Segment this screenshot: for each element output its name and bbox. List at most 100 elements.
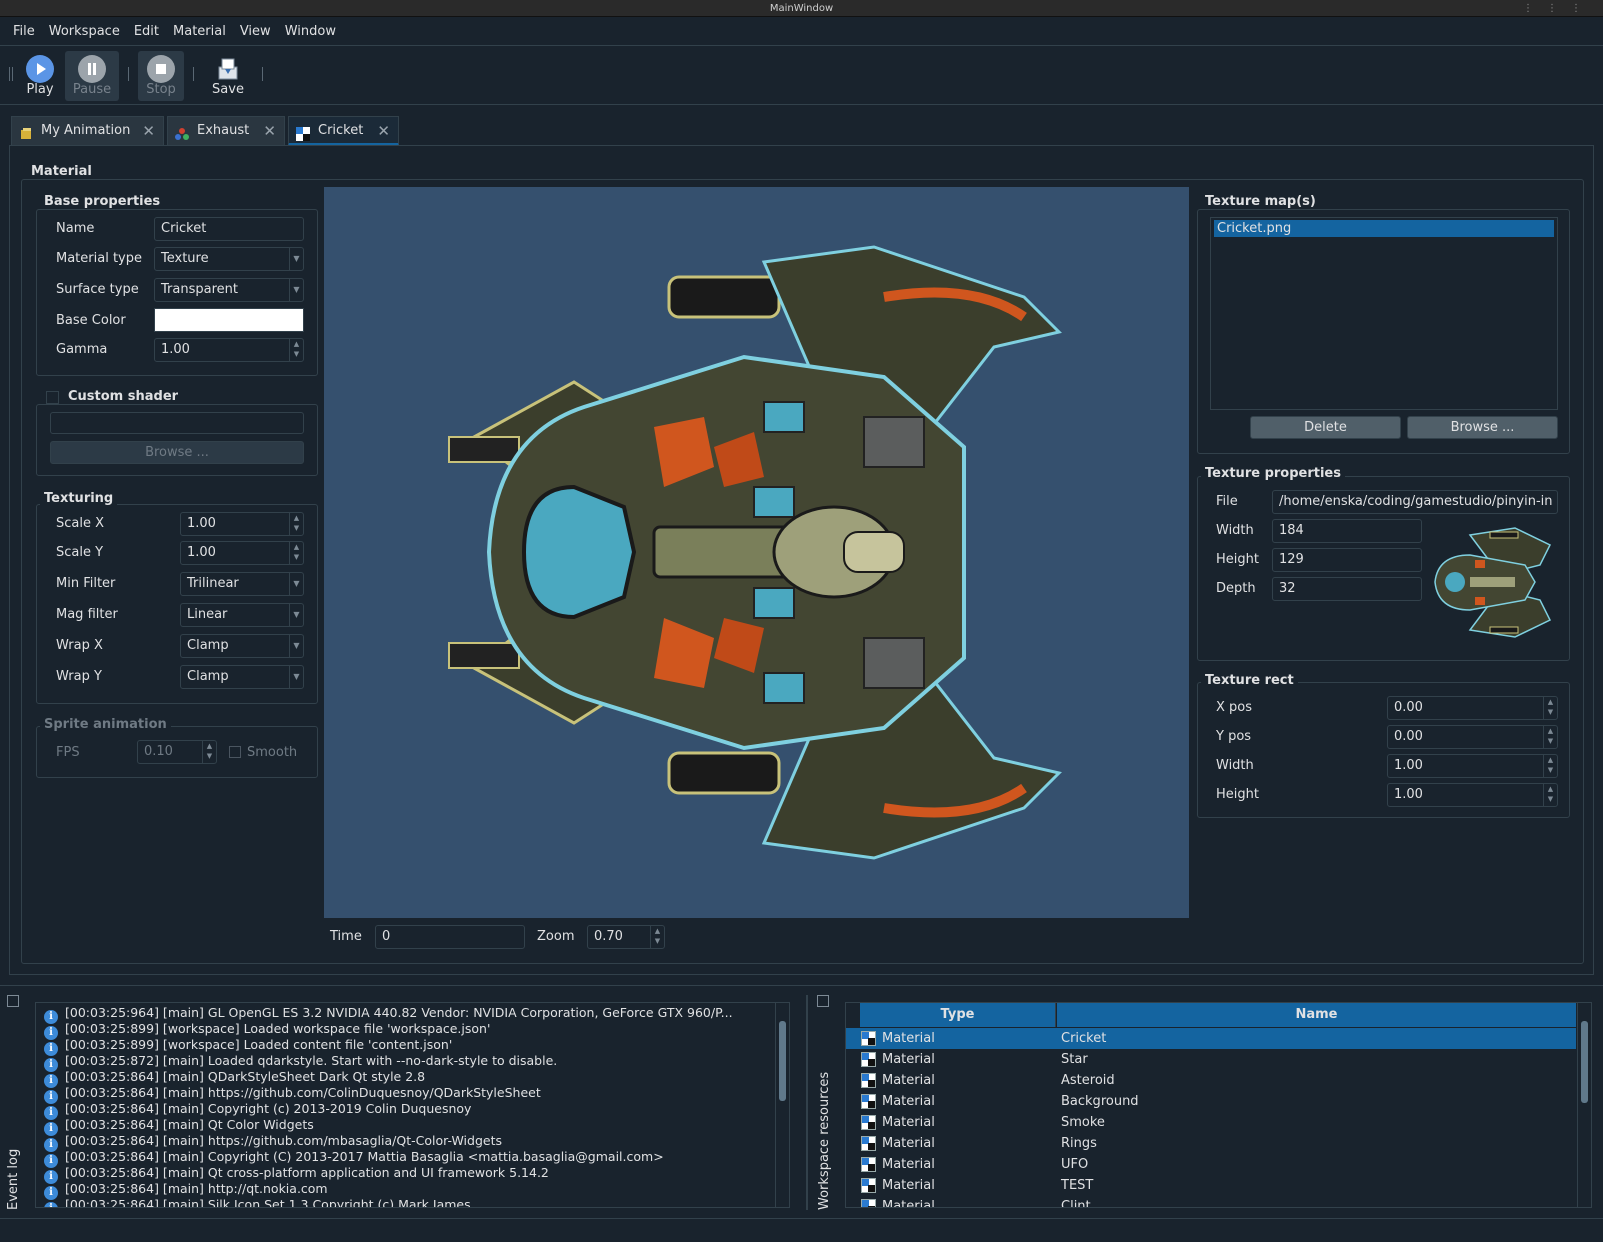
wrap-y-label: Wrap Y [56, 669, 102, 684]
toolbar-grip[interactable] [9, 67, 10, 81]
type-column-header[interactable]: Type [860, 1003, 1056, 1027]
gamma-spinbox[interactable]: 1.00 ▲ ▼ [154, 338, 304, 362]
smooth-label: Smooth [247, 745, 298, 760]
undock-icon[interactable] [7, 995, 19, 1007]
material-preview-viewport[interactable] [324, 187, 1189, 918]
spin-arrows-icon[interactable]: ▲ ▼ [1543, 697, 1557, 719]
table-row[interactable]: Material Clint [846, 1196, 1576, 1207]
rect-width-spinbox[interactable]: 1.00 ▲ ▼ [1387, 754, 1558, 778]
table-row[interactable]: Material Rings [846, 1133, 1576, 1154]
log-scrollbar[interactable] [775, 1003, 789, 1207]
window-controls[interactable]: ⋮⋮⋮ [1523, 0, 1595, 17]
material-icon [861, 1031, 876, 1046]
menu-material[interactable]: Material [166, 18, 233, 46]
spin-arrows-icon[interactable]: ▲ ▼ [289, 513, 303, 535]
event-log-list[interactable]: i [00:03:25:964] [main] GL OpenGL ES 3.2 … [35, 1002, 790, 1208]
custom-shader-header: Custom shader [44, 389, 183, 404]
name-field[interactable]: Cricket [154, 217, 304, 241]
toolbar-grip[interactable] [12, 67, 13, 81]
log-entry: i [00:03:25:964] [main] GL OpenGL ES 3.2 … [44, 1005, 733, 1024]
base-color-swatch[interactable] [154, 308, 304, 332]
zoom-spinbox[interactable]: 0.70 ▲ ▼ [587, 925, 665, 949]
tab-exhaust[interactable]: Exhaust ✕ [167, 116, 285, 146]
rect-y-spinbox[interactable]: 0.00 ▲ ▼ [1387, 725, 1558, 749]
undock-icon[interactable] [817, 995, 829, 1007]
sprite-animation-title: Sprite animation [40, 717, 171, 732]
menu-edit[interactable]: Edit [127, 18, 166, 46]
table-row[interactable]: Material Asteroid [846, 1070, 1576, 1091]
menu-file[interactable]: File [6, 18, 42, 46]
tab-my-animation[interactable]: My Animation ✕ [11, 116, 164, 146]
resources-table[interactable]: Type Name Material Cricket Material Star M… [845, 1002, 1592, 1208]
rect-height-value: 1.00 [1394, 787, 1423, 802]
scale-x-spinbox[interactable]: 1.00 ▲ ▼ [180, 512, 304, 536]
spin-arrows-icon[interactable]: ▲ ▼ [202, 741, 216, 763]
zoom-label: Zoom [537, 929, 575, 944]
stop-button[interactable]: Stop [138, 51, 184, 101]
resources-scroll-thumb[interactable] [1581, 1021, 1588, 1103]
resources-dock-title[interactable]: Workspace resources [817, 1072, 832, 1210]
spin-arrows-icon[interactable]: ▲ ▼ [289, 542, 303, 564]
close-icon[interactable]: ✕ [142, 117, 155, 145]
wrap-y-select[interactable]: Clamp ▼ [180, 665, 304, 689]
save-button[interactable]: Save [204, 51, 252, 101]
browse-texture-button[interactable]: Browse ... [1407, 416, 1558, 439]
name-column-header[interactable]: Name [1057, 1003, 1576, 1027]
table-row[interactable]: Material UFO [846, 1154, 1576, 1175]
surface-type-select[interactable]: Transparent ▼ [154, 278, 304, 302]
close-icon[interactable]: ✕ [377, 117, 390, 145]
texture-maps-list[interactable]: Cricket.png [1210, 217, 1558, 410]
material-icon [861, 1115, 876, 1130]
table-row[interactable]: Material Star [846, 1049, 1576, 1070]
gamma-label: Gamma [56, 342, 108, 357]
table-row[interactable]: Material Smoke [846, 1112, 1576, 1133]
save-icon [217, 57, 239, 81]
shader-browse-button[interactable]: Browse ... [50, 441, 304, 464]
spin-arrows-icon[interactable]: ▲ ▼ [1543, 726, 1557, 748]
shader-path-field[interactable] [50, 412, 304, 434]
delete-texture-button[interactable]: Delete [1250, 416, 1401, 439]
rect-height-spinbox[interactable]: 1.00 ▲ ▼ [1387, 783, 1558, 807]
file-label: File [1216, 494, 1238, 509]
dock-splitter[interactable] [806, 995, 808, 1210]
min-filter-select[interactable]: Trilinear ▼ [180, 572, 304, 596]
log-scroll-thumb[interactable] [779, 1021, 786, 1101]
file-field[interactable]: /home/enska/coding/gamestudio/pinyin-in [1272, 490, 1558, 514]
spin-arrows-icon[interactable]: ▲ ▼ [289, 339, 303, 361]
stop-icon [147, 55, 175, 83]
resources-scrollbar[interactable] [1577, 1003, 1591, 1207]
wrap-x-select[interactable]: Clamp ▼ [180, 634, 304, 658]
table-row[interactable]: Material Background [846, 1091, 1576, 1112]
pause-button[interactable]: Pause [65, 51, 119, 101]
time-field[interactable]: 0 [375, 925, 525, 949]
tab-cricket[interactable]: Cricket ✕ [288, 116, 399, 146]
fps-label: FPS [56, 745, 80, 760]
texture-height-field: 129 [1272, 548, 1422, 572]
table-row[interactable]: Material Cricket [846, 1028, 1576, 1049]
play-button[interactable]: Play [18, 51, 62, 101]
texture-map-item[interactable]: Cricket.png [1214, 220, 1554, 237]
log-entry: i [00:03:25:872] [main] Loaded qdarkstyle… [44, 1053, 557, 1072]
play-icon [26, 55, 54, 83]
close-icon[interactable]: ✕ [263, 117, 276, 145]
fps-spinbox[interactable]: 0.10 ▲ ▼ [137, 740, 217, 764]
table-row[interactable]: Material TEST [846, 1175, 1576, 1196]
rect-x-spinbox[interactable]: 0.00 ▲ ▼ [1387, 696, 1558, 720]
material-icon [861, 1199, 876, 1207]
menu-view[interactable]: View [233, 18, 278, 46]
scale-y-label: Scale Y [56, 545, 104, 560]
smooth-checkbox[interactable] [229, 746, 241, 758]
chevron-down-icon: ▼ [289, 573, 303, 595]
spin-arrows-icon[interactable]: ▲ ▼ [650, 926, 664, 948]
scale-y-spinbox[interactable]: 1.00 ▲ ▼ [180, 541, 304, 565]
event-log-dock-title[interactable]: Event log [6, 1149, 21, 1210]
menu-window[interactable]: Window [278, 18, 343, 46]
menu-workspace[interactable]: Workspace [42, 18, 127, 46]
custom-shader-checkbox[interactable] [46, 391, 59, 404]
spin-arrows-icon[interactable]: ▲ ▼ [1543, 755, 1557, 777]
toolbar: Play Pause Stop Save [0, 47, 1603, 105]
spin-arrows-icon[interactable]: ▲ ▼ [1543, 784, 1557, 806]
mag-filter-select[interactable]: Linear ▼ [180, 603, 304, 627]
stop-label: Stop [146, 82, 176, 97]
material-type-select[interactable]: Texture ▼ [154, 247, 304, 271]
